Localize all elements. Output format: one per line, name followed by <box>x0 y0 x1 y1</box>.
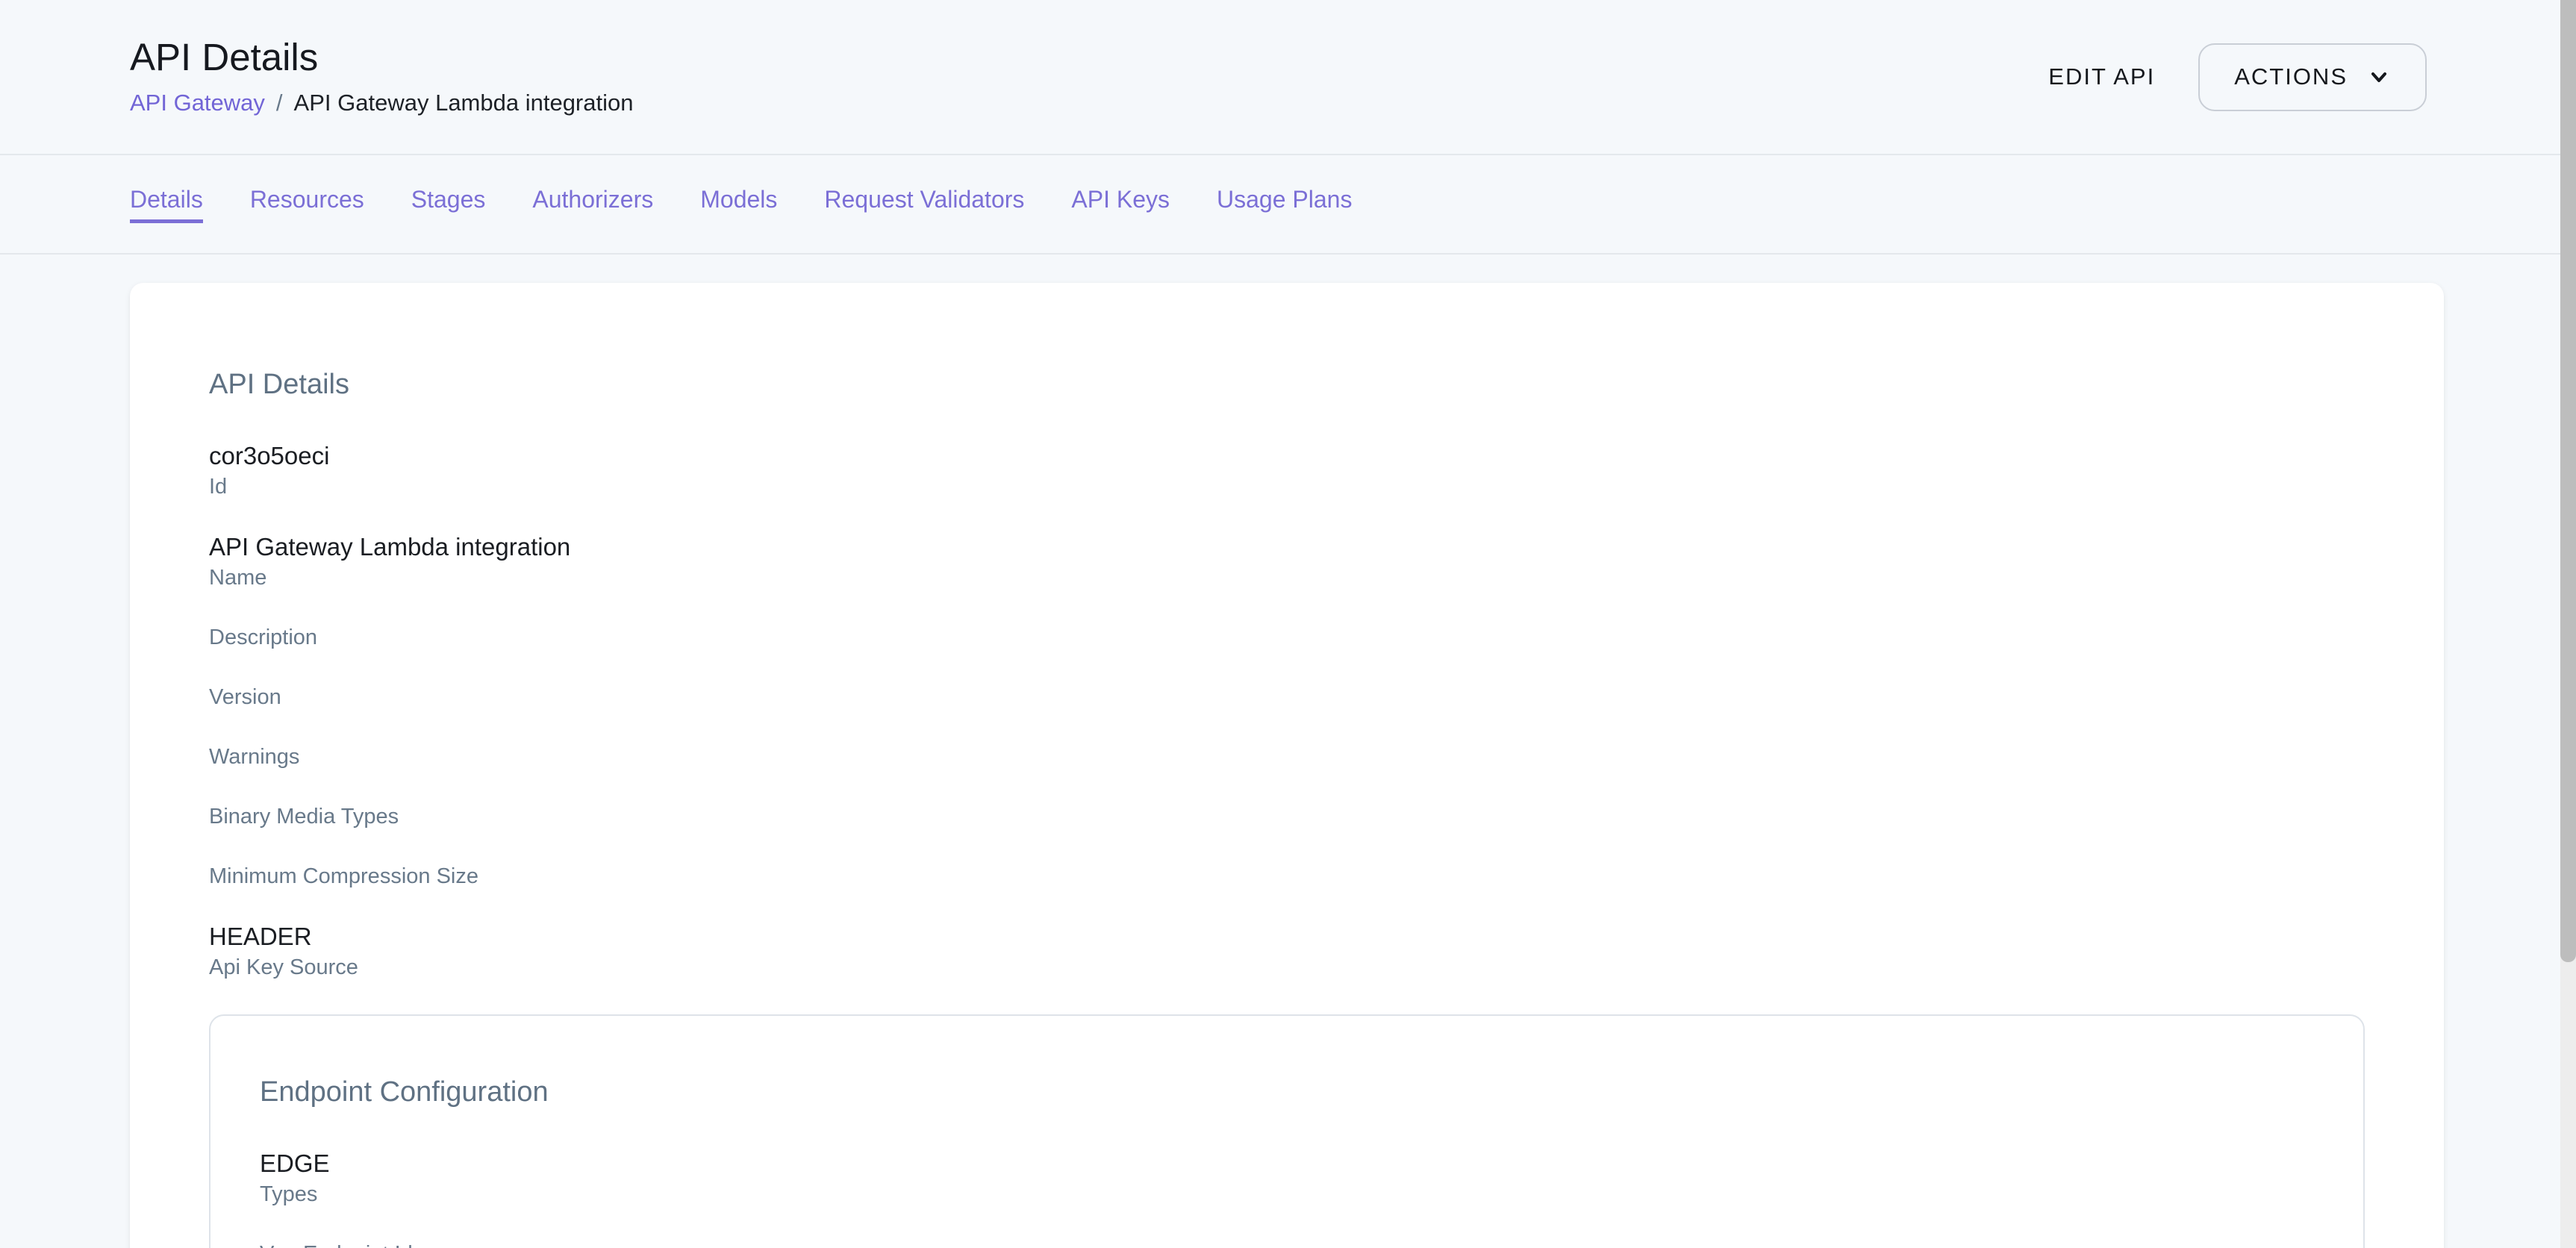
breadcrumb-current-page: API Gateway Lambda integration <box>294 89 634 117</box>
field-version-label: Version <box>209 684 2365 710</box>
field-minimum-compression-size: Minimum Compression Size <box>209 864 2365 889</box>
tab-stages[interactable]: Stages <box>411 185 486 223</box>
field-vpc-endpoint-ids: Vpc Endpoint Ids <box>260 1241 2314 1248</box>
tab-resources[interactable]: Resources <box>250 185 364 223</box>
field-binary-media-types: Binary Media Types <box>209 804 2365 829</box>
field-binary-media-types-label: Binary Media Types <box>209 804 2365 829</box>
tab-authorizers[interactable]: Authorizers <box>532 185 653 223</box>
main-content: API Details cor3o5oeci Id API Gateway La… <box>0 255 2576 1248</box>
endpoint-configuration-fields: EDGE Types Vpc Endpoint Ids <box>260 1150 2314 1248</box>
tab-details[interactable]: Details <box>130 185 203 223</box>
field-api-key-source-value: HEADER <box>209 923 2365 950</box>
tab-usage-plans[interactable]: Usage Plans <box>1217 185 1352 223</box>
field-id-value: cor3o5oeci <box>209 443 2365 469</box>
api-details-fields: cor3o5oeci Id API Gateway Lambda integra… <box>209 443 2365 980</box>
field-description-label: Description <box>209 625 2365 650</box>
field-id: cor3o5oeci Id <box>209 443 2365 499</box>
field-types: EDGE Types <box>260 1150 2314 1207</box>
field-minimum-compression-size-label: Minimum Compression Size <box>209 864 2365 889</box>
edit-api-button[interactable]: EDIT API <box>2048 63 2155 90</box>
field-types-label: Types <box>260 1182 2314 1207</box>
field-name: API Gateway Lambda integration Name <box>209 534 2365 590</box>
actions-button-label: ACTIONS <box>2234 63 2348 90</box>
actions-dropdown-button[interactable]: ACTIONS <box>2198 43 2427 111</box>
app-header: API Details API Gateway / API Gateway La… <box>0 0 2576 155</box>
field-types-value: EDGE <box>260 1150 2314 1177</box>
api-details-card: API Details cor3o5oeci Id API Gateway La… <box>130 283 2444 1248</box>
field-name-value: API Gateway Lambda integration <box>209 534 2365 561</box>
chevron-down-icon <box>2367 65 2391 89</box>
tab-request-validators[interactable]: Request Validators <box>824 185 1024 223</box>
breadcrumb-link-api-gateway[interactable]: API Gateway <box>130 89 265 117</box>
field-api-key-source-label: Api Key Source <box>209 955 2365 980</box>
endpoint-configuration-card: Endpoint Configuration EDGE Types Vpc En… <box>209 1014 2365 1248</box>
field-warnings: Warnings <box>209 744 2365 770</box>
endpoint-configuration-title: Endpoint Configuration <box>260 1076 2314 1108</box>
field-id-label: Id <box>209 474 2365 499</box>
api-details-section-title: API Details <box>209 368 2365 401</box>
tab-api-keys[interactable]: API Keys <box>1071 185 1170 223</box>
header-actions: EDIT API ACTIONS <box>2048 0 2427 154</box>
field-warnings-label: Warnings <box>209 744 2365 770</box>
breadcrumb-separator: / <box>276 89 283 117</box>
vertical-scrollbar-thumb[interactable] <box>2560 0 2576 962</box>
field-version: Version <box>209 684 2365 710</box>
field-vpc-endpoint-ids-label: Vpc Endpoint Ids <box>260 1241 2314 1248</box>
field-name-label: Name <box>209 565 2365 590</box>
tab-models[interactable]: Models <box>700 185 777 223</box>
field-description: Description <box>209 625 2365 650</box>
field-api-key-source: HEADER Api Key Source <box>209 923 2365 980</box>
tab-bar: Details Resources Stages Authorizers Mod… <box>0 155 2576 255</box>
vertical-scrollbar-track[interactable] <box>2560 0 2576 1248</box>
